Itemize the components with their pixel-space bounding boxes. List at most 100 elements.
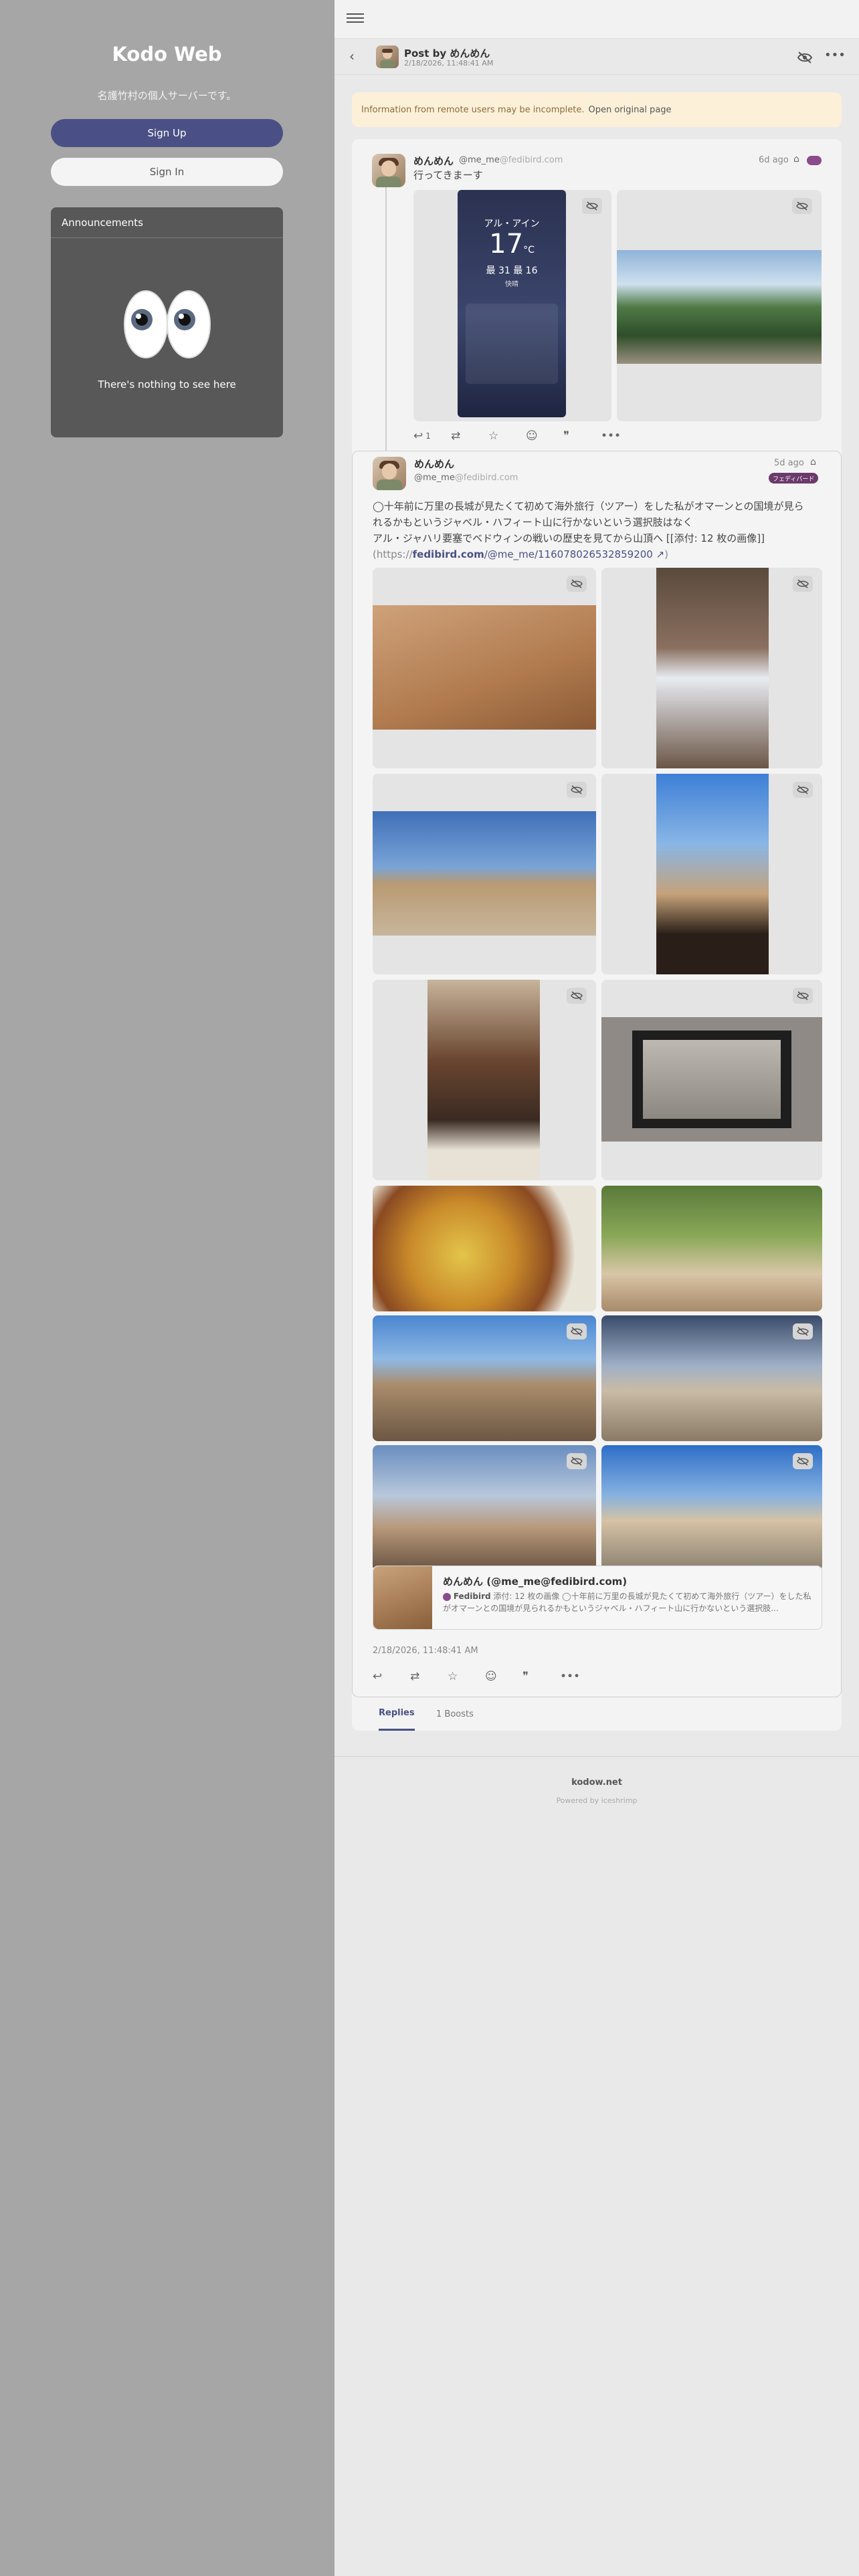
attachment-image[interactable] [601,1315,822,1441]
eyes-icon [124,290,211,358]
attachment-image[interactable] [373,1315,596,1441]
quote-button[interactable]: ❞ [522,1670,543,1683]
attachment-image[interactable] [373,1186,596,1311]
boost-button[interactable]: ⇄ [410,1670,430,1683]
mountain-rocks-image [373,1315,596,1441]
avatar[interactable] [372,154,405,187]
link-preview-text: 添付: 12 枚の画像 ◯十年前に万里の長城が見たくて初めて海外旅行（ツアー）を… [443,1592,812,1613]
note-author-handle[interactable]: @me_me@fedibird.com [459,155,563,165]
favorite-button[interactable]: ☆ [448,1670,468,1683]
link-host: fedibird.com [412,548,484,560]
mountain-road-image [601,1315,822,1441]
sign-up-button[interactable]: Sign Up [51,119,283,147]
attachment-image[interactable] [373,1445,596,1571]
attachment-image[interactable]: アル・アイン 17°C 最 31 最 16 快晴 [413,190,611,421]
note-time[interactable]: 5d ago [774,458,804,468]
more-button[interactable]: ••• [601,429,621,443]
attachment-image[interactable] [373,980,596,1180]
attachment-image[interactable] [601,774,822,974]
reply-button[interactable]: ↩ 1 [413,429,434,443]
note-link[interactable]: (https://fedibird.com/@me_me/11607802653… [373,546,828,562]
avatar[interactable] [376,45,399,68]
hide-media-button[interactable] [792,198,812,214]
footer-powered-by[interactable]: Powered by iceshrimp [335,1796,859,1805]
hide-media-button[interactable] [793,782,813,798]
attachment-image[interactable] [601,980,822,1180]
attachment-image[interactable] [601,1445,822,1571]
hotel-courtyard-image [601,1186,822,1311]
avatar[interactable] [373,457,406,490]
announcements-panel: Announcements There's nothing to see her… [51,207,283,437]
reply-count: 1 [425,431,431,441]
attachment-image[interactable] [373,568,596,768]
eye-slash-icon [797,991,809,1000]
open-original-link[interactable]: Open original page [588,105,671,115]
hide-media-button[interactable] [567,782,587,798]
link-path: /@me_me/116078026532859200 [484,548,653,560]
hide-media-button[interactable] [793,1323,813,1339]
more-options-icon[interactable]: ••• [824,48,846,64]
more-button[interactable]: ••• [560,1670,580,1683]
weather-city: アル・アイン [484,219,540,229]
note-author-handle[interactable]: @me_me@fedibird.com [414,473,518,483]
thread-connector-line [385,186,387,453]
link-preview-card[interactable]: めんめん (@me_me@fedibird.com) Fedibird 添付: … [373,1566,822,1630]
hide-media-button[interactable] [582,198,602,214]
attachment-image[interactable] [373,774,596,974]
eye-slash-icon [571,991,583,1000]
warning-text: Information from remote users may be inc… [361,104,585,115]
footer-domain[interactable]: kodow.net [335,1778,859,1788]
hide-media-button[interactable] [567,576,587,592]
note-text: ◯十年前に万里の長城が見たくて初めて海外旅行（ツアー）をした私がオマーンとの国境… [373,498,828,562]
weather-unit: °C [523,245,535,255]
link-prefix: (https:// [373,548,413,560]
valley-view-image [373,1445,596,1571]
hide-media-button[interactable] [793,988,813,1004]
weather-temp: 17 [489,229,524,259]
reply-button[interactable]: ↩ [373,1670,393,1683]
top-bar [335,0,859,39]
hamburger-menu-icon[interactable] [347,11,364,27]
hide-media-button[interactable] [567,1453,587,1469]
attachment-image[interactable] [601,1186,822,1311]
tab-replies[interactable]: Replies [379,1697,415,1731]
eye-slash-icon [571,1457,583,1466]
server-tagline: 名護竹村の個人サーバーです。 [97,90,237,102]
note-text-line: ◯十年前に万里の長城が見たくて初めて海外旅行（ツアー）をした私がオマーンとの国境… [373,500,804,512]
quote-button[interactable]: ❞ [563,429,583,443]
note-time[interactable]: 6d ago [759,155,789,165]
attachment-image[interactable] [601,568,822,768]
handle-user: @me_me [459,155,500,165]
note-actions: ↩ ⇄ ☆ ☺ ❞ ••• [373,1669,597,1685]
eye-slash-icon [571,579,583,588]
hide-media-button[interactable] [567,988,587,1004]
main-note-card: めんめん @me_me@fedibird.com 5d ago ⌂ フェディバー… [352,451,842,1697]
sign-in-button[interactable]: Sign In [51,158,283,186]
tab-boosts[interactable]: 1 Boosts [436,1697,474,1731]
react-button[interactable]: ☺ [485,1670,505,1683]
eye-slash-icon [586,201,598,211]
link-preview-source: Fedibird [453,1592,491,1601]
sidebar: Kodo Web 名護竹村の個人サーバーです。 Sign Up Sign In … [0,0,335,2576]
eye-slash-icon[interactable] [796,49,814,66]
fort-exterior-image [373,811,596,936]
home-icon: ⌂ [793,154,799,165]
hide-media-button[interactable] [567,1323,587,1339]
brand-title[interactable]: Kodo Web [51,43,283,66]
attachment-image[interactable] [617,190,822,421]
hide-media-button[interactable] [793,1453,813,1469]
note-author-name[interactable]: めんめん [413,154,454,168]
back-arrow-icon[interactable]: ‹ [349,48,364,66]
weather-condition: 快晴 [505,281,518,288]
note-timestamp: 2/18/2026, 11:48:41 AM [373,1646,478,1656]
hide-media-button[interactable] [793,576,813,592]
boost-button[interactable]: ⇄ [451,429,471,443]
favorite-button[interactable]: ☆ [488,429,508,443]
announcements-title: Announcements [51,207,283,238]
react-button[interactable]: ☺ [526,429,546,443]
link-preview-title: めんめん (@me_me@fedibird.com) [443,1576,628,1588]
thread-container: めんめん @me_me@fedibird.com 6d ago ⌂ 行ってきまー… [352,139,842,1731]
note-author-name[interactable]: めんめん [414,457,454,471]
phone-weather-image: アル・アイン 17°C 最 31 最 16 快晴 [458,190,566,417]
eye-slash-icon [796,201,808,211]
